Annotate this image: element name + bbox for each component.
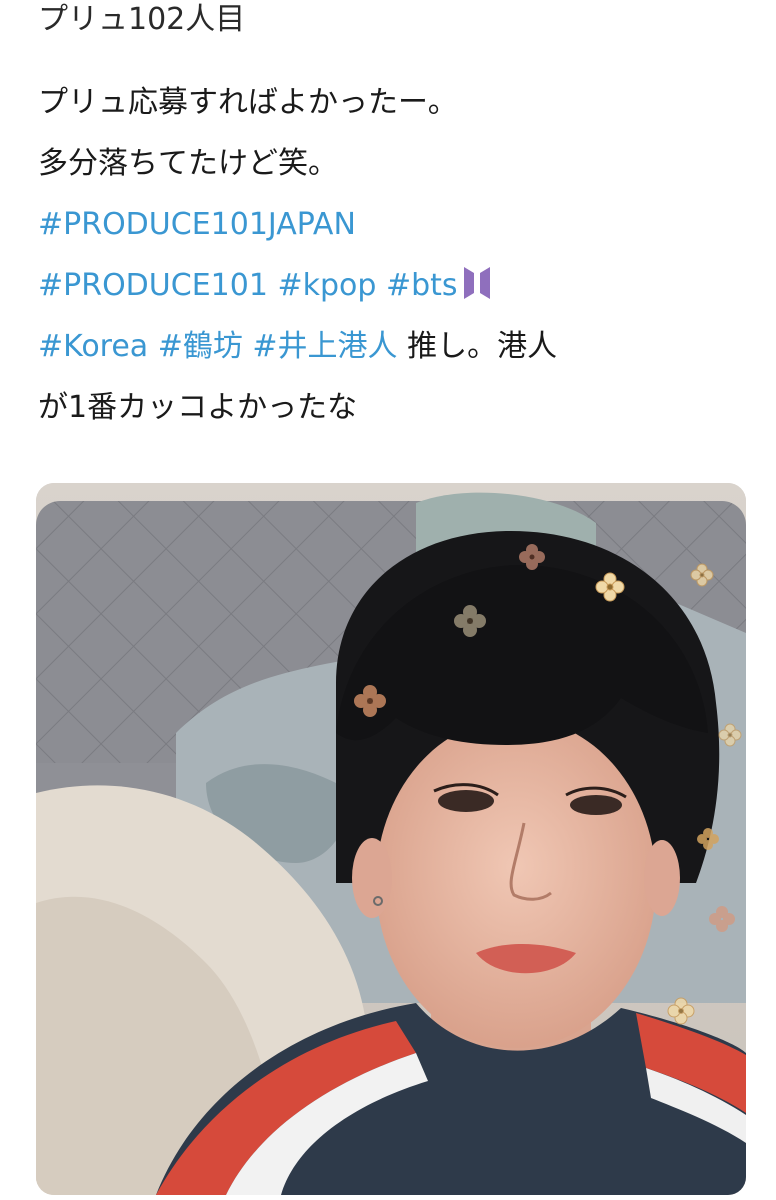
hashtag-link[interactable]: #井上港人 bbox=[252, 329, 397, 364]
tweet-line: #Korea #鶴坊 #井上港人 推し。港人 bbox=[38, 316, 748, 377]
tweet-text-segment: プリュ応募すればよかったー。 bbox=[38, 85, 458, 120]
tweet-line: が1番カッコよかったな bbox=[38, 377, 748, 438]
tweet-line: 多分落ちてたけど笑。 bbox=[38, 133, 748, 194]
tweet-text-segment: 推し。港人 bbox=[397, 329, 558, 364]
tweet-line: #PRODUCE101 #kpop #bts bbox=[38, 255, 748, 316]
tweet-text-segment: 多分落ちてたけど笑。 bbox=[38, 146, 338, 181]
hashtag-link[interactable]: #PRODUCE101JAPAN bbox=[38, 207, 356, 242]
tweet-text-segment bbox=[148, 329, 158, 364]
tweet-text-segment bbox=[376, 268, 386, 303]
hashtag-link[interactable]: #鶴坊 bbox=[158, 329, 243, 364]
tweet-text-segment: が1番カッコよかったな bbox=[38, 390, 358, 425]
display-name[interactable]: プリュ102人目 bbox=[38, 2, 245, 38]
hashtag-link[interactable]: #kpop bbox=[277, 268, 376, 303]
tweet-line: #PRODUCE101JAPAN bbox=[38, 194, 748, 255]
tweet-text: プリュ応募すればよかったー。 多分落ちてたけど笑。 #PRODUCE101JAPAN… bbox=[38, 72, 748, 438]
hashtag-link[interactable]: #Korea bbox=[38, 329, 148, 364]
hashtag-link[interactable]: #PRODUCE101 bbox=[38, 268, 268, 303]
tweet-photo[interactable] bbox=[36, 483, 746, 1195]
tweet-line: プリュ応募すればよかったー。 bbox=[38, 72, 748, 133]
tweet-text-segment bbox=[243, 329, 253, 364]
bts-logo-icon bbox=[462, 261, 492, 322]
hashtag-link[interactable]: #bts bbox=[386, 268, 458, 303]
selfie-photo-icon bbox=[36, 483, 746, 1195]
